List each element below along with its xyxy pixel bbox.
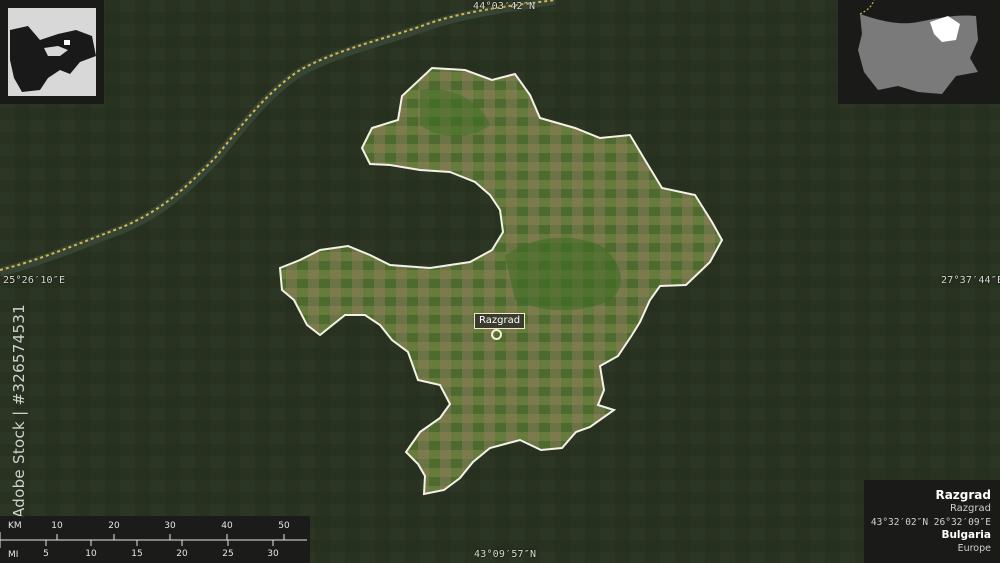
continent-name: Europe (957, 543, 991, 554)
watermark: Adobe Stock | #326574531 (6, 304, 34, 518)
scale-km-tick: 20 (108, 521, 120, 531)
region-name: Razgrad (935, 488, 991, 502)
scale-km-tick: 10 (51, 521, 63, 531)
info-panel: Razgrad Razgrad 43°32′02″N 26°32′09″E Bu… (864, 480, 1000, 563)
scale-mi-tick: 30 (267, 549, 279, 559)
scale-km-tick: 40 (221, 521, 233, 531)
region-subname: Razgrad (949, 503, 991, 514)
country-locator-map (858, 0, 978, 94)
coord-bottom-label: 43°09′57″N (474, 549, 537, 560)
scale-km-tick: 30 (164, 521, 176, 531)
scale-mi-tick: 5 (43, 549, 49, 559)
region-latlon: 43°32′02″N 26°32′09″E (870, 517, 991, 528)
scale-mi-tick: 20 (176, 549, 188, 559)
scale-km-tick: 50 (278, 521, 290, 531)
scale-bar: KM MI 10 20 30 40 50 5 10 15 20 25 30 (0, 516, 310, 563)
scale-mi-tick: 15 (131, 549, 143, 559)
coord-top-label: 44°03′42″N (473, 1, 536, 12)
map-view[interactable]: 44°03′42″N 43°09′57″N 25°26′10″E 27°37′4… (0, 0, 1000, 563)
coord-right-label: 27°37′44″E (941, 275, 1000, 286)
country-locator-inset (838, 0, 1000, 104)
city-marker-icon (491, 329, 502, 340)
watermark-text: Adobe Stock | #326574531 (10, 304, 28, 518)
globe-locator-inset (0, 0, 104, 104)
scale-mi-tick: 25 (222, 549, 234, 559)
scale-mi-tick: 10 (85, 549, 97, 559)
country-name: Bulgaria (941, 529, 991, 541)
coord-left-label: 25°26′10″E (3, 275, 66, 286)
globe-locator-map (8, 8, 96, 96)
city-label: Razgrad (474, 313, 526, 329)
